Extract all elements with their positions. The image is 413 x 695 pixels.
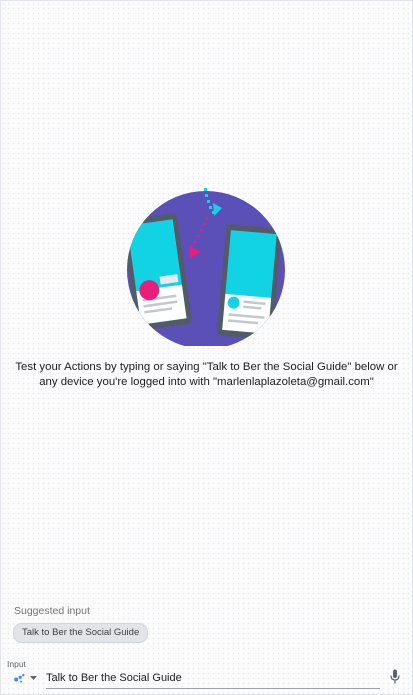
suggestion-chip[interactable]: Talk to Ber the Social Guide [13,623,149,643]
simulator-panel: Test your Actions by typing or saying "T… [0,0,413,695]
microphone-icon[interactable] [390,669,400,684]
input-label: Input [7,659,26,669]
suggested-input-label: Suggested input [14,605,90,617]
chevron-down-icon[interactable] [29,673,38,682]
input-field[interactable] [46,668,380,689]
test-actions-illustration [127,188,285,346]
assistant-dots-icon[interactable] [14,673,25,683]
welcome-message: Test your Actions by typing or saying "T… [1,360,412,390]
welcome-line-2: any device you're logged into with "marl… [39,376,374,388]
welcome-line-1: Test your Actions by typing or saying "T… [15,361,398,373]
right-phone-graphic [217,224,282,340]
